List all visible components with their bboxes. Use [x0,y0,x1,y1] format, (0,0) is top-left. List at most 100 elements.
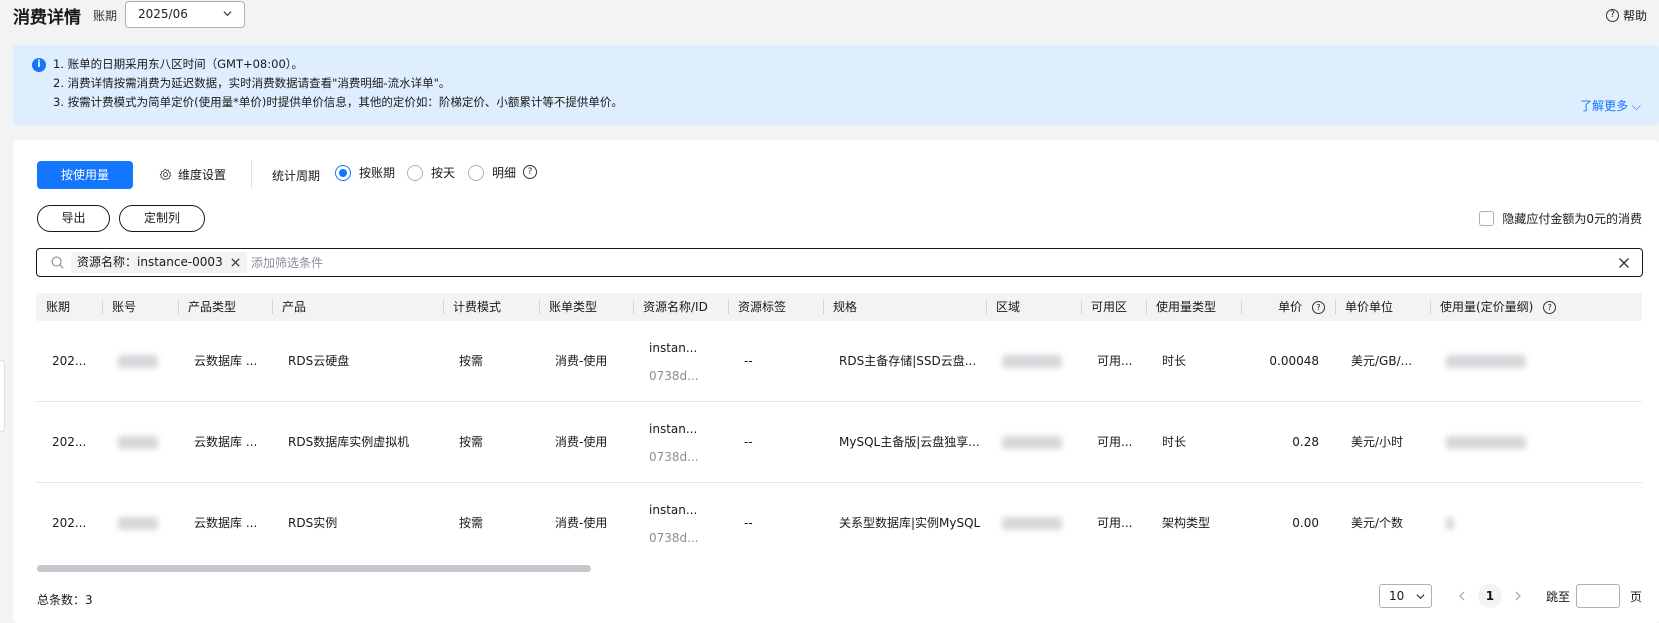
cell-billing-mode: 按需 [459,435,484,449]
period-label: 账期 [93,9,118,23]
table-row[interactable]: 202... 云数据库 ... RDS云硬盘 按需 消费-使用 instan..… [36,321,1642,402]
cell-usage-type: 架构类型 [1162,516,1211,530]
column-header-bill-type: 账单类型 [539,293,633,321]
search-icon [51,256,64,269]
cell-spec: RDS主备存储|SSD云盘... [839,354,977,368]
cell-resource[interactable]: instan... 0738d... [633,321,728,401]
cell-price-unit: 美元/GB/... [1351,354,1413,368]
radio-label: 按账期 [359,166,396,180]
cell-product-type: 云数据库 ... [194,516,258,530]
cell-spec: 关系型数据库|实例MySQL [839,516,981,530]
learn-more-link[interactable]: 了解更多 ⌵ [1580,97,1641,114]
clear-icon[interactable] [1618,257,1630,269]
cell-product-type: 云数据库 ... [194,435,258,449]
cell-tags: -- [744,516,753,530]
cell-usage-type: 时长 [1162,354,1187,368]
cell-period: 202... [52,435,87,449]
resource-name: instan... [649,503,698,517]
filter-placeholder: 添加筛选条件 [251,256,324,270]
details-table: 账期 账号 产品类型 产品 计费模式 账单类型 资源名称/ID 资源标签 规格 … [36,293,1642,555]
cell-unit-price: 0.00 [1292,516,1319,530]
page-size-value: 10 [1388,589,1405,603]
cell-az: 可用... [1097,516,1133,530]
column-header-region: 区域 [986,293,1081,321]
cell-usage [1430,483,1642,555]
column-header-usage: 使用量(定价量纲) ? [1430,293,1642,321]
export-button[interactable]: 导出 [37,205,110,232]
checkbox-box [1479,211,1495,226]
radio-label: 明细 [492,166,517,180]
page-number-current[interactable]: 1 [1477,584,1502,608]
custom-columns-button[interactable]: 定制列 [119,205,205,232]
cell-price-unit: 美元/个数 [1351,516,1404,530]
pagination: 10 1 跳至 页 [1378,583,1642,609]
period-value: 2025/06 [138,7,188,21]
jump-page-input[interactable] [1575,584,1620,608]
resource-name: instan... [649,422,698,436]
table-row[interactable]: 202... 云数据库 ... RDS实例 按需 消费-使用 instan...… [36,483,1642,555]
horizontal-scrollbar[interactable] [37,565,591,572]
chevron-left-icon[interactable] [1457,591,1467,601]
cell-resource[interactable]: instan... 0738d... [633,402,728,482]
column-header-usage-type: 使用量类型 [1146,293,1241,321]
column-header-resource: 资源名称/ID [633,293,728,321]
usage-button[interactable]: 按使用量 [37,161,133,189]
cell-resource[interactable]: instan... 0738d... [633,483,728,555]
cell-price-unit: 美元/小时 [1351,435,1404,449]
side-collapse-handle[interactable] [0,360,5,432]
question-icon: ? [1605,9,1619,22]
resource-id: 0738d... [649,450,699,464]
dimension-setting-label: 维度设置 [178,168,227,182]
cell-bill-type: 消费-使用 [555,516,608,530]
cell-tags: -- [744,354,753,368]
radio-detail[interactable]: 明细 [468,164,516,181]
column-header-spec: 规格 [823,293,986,321]
radio-by-day[interactable]: 按天 [407,164,455,181]
hide-zero-checkbox[interactable]: 隐藏应付金额为0元的消费 [1479,210,1642,227]
stat-period-label: 统计周期 [272,169,321,183]
period-select[interactable]: 2025/06 [125,1,245,28]
filter-tag[interactable]: 资源名称：instance-0003 [71,252,247,273]
resource-name: instan... [649,341,698,355]
cell-bill-type: 消费-使用 [555,354,608,368]
question-icon[interactable]: ? [523,165,537,179]
cell-tags: -- [744,435,753,449]
usage-label: 使用量(定价量纲) [1440,300,1534,314]
question-icon[interactable]: ? [1543,301,1557,314]
page-size-select[interactable]: 10 [1378,584,1432,608]
cell-account [102,483,178,555]
close-icon[interactable] [230,257,241,268]
cell-region [986,321,1081,401]
resource-id: 0738d... [649,531,699,545]
page-title: 消费详情 [13,8,81,28]
page-header: 消费详情 账期 2025/06 ? 帮助 [0,0,1659,36]
filter-input[interactable]: 资源名称：instance-0003 添加筛选条件 [36,248,1643,277]
cell-spec: MySQL主备版|云盘独享... [839,435,980,449]
cell-product-type: 云数据库 ... [194,354,258,368]
cell-az: 可用... [1097,435,1133,449]
cell-account [102,321,178,401]
cell-account [102,402,178,482]
chevron-right-icon[interactable] [1513,591,1523,601]
cell-billing-mode: 按需 [459,516,484,530]
learn-more-label: 了解更多 [1580,99,1629,113]
notice-line-3: 3. 按需计费模式为简单定价(使用量*单价)时提供单价信息，其他的定价如：阶梯定… [53,95,623,109]
cell-product: RDS实例 [288,516,338,530]
cell-usage [1430,321,1642,401]
dimension-setting-button[interactable]: 维度设置 [159,166,226,183]
table-row[interactable]: 202... 云数据库 ... RDS数据库实例虚拟机 按需 消费-使用 ins… [36,402,1642,483]
column-header-billing-mode: 计费模式 [443,293,539,321]
help-link[interactable]: ? 帮助 [1605,7,1647,24]
radio-dot [335,164,351,181]
hide-zero-label: 隐藏应付金额为0元的消费 [1502,212,1642,226]
column-header-period: 账期 [46,300,71,314]
cell-bill-type: 消费-使用 [555,435,608,449]
chevron-down-icon: ⌵ [1628,99,1641,113]
column-header-price-unit: 单价单位 [1335,293,1430,321]
cell-region [986,402,1081,482]
column-header-account: 账号 [102,293,178,321]
question-icon[interactable]: ? [1312,301,1325,314]
help-label: 帮助 [1622,9,1647,23]
cell-region [986,483,1081,555]
radio-by-period[interactable]: 按账期 [335,164,395,181]
